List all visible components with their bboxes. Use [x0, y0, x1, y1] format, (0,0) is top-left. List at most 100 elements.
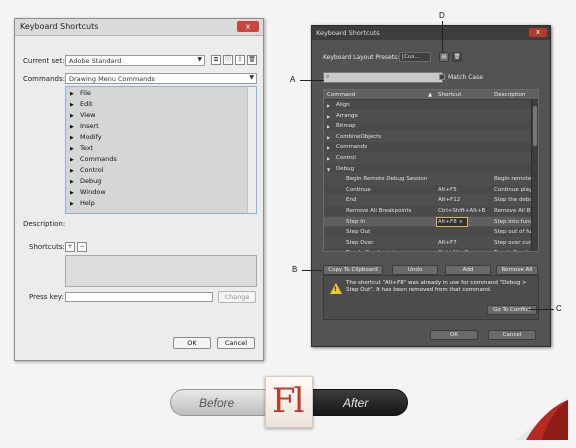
table-row[interactable]: ▼ Debug	[324, 164, 538, 175]
current-set-select[interactable]: Adobe Standard ▼	[65, 55, 205, 66]
table-row[interactable]: Remove All Breakpoints Ctrl+Shift+Alt+B Re…	[324, 206, 538, 217]
column-command[interactable]: Command	[327, 92, 355, 98]
shortcuts-label: Shortcuts:	[29, 243, 65, 251]
callout-b-line	[302, 270, 322, 271]
table-row[interactable]: ▶ Align	[324, 100, 538, 111]
cell-description: Stop the debu	[494, 197, 532, 204]
change-button[interactable]: Change	[218, 291, 256, 303]
scrollbar-thumb[interactable]	[533, 106, 537, 146]
table-row[interactable]: Begin Remote Debug Session Begin remote	[324, 174, 538, 185]
expand-arrow-icon[interactable]: ▶	[70, 201, 80, 207]
cell-command: Bitmap	[336, 123, 356, 130]
after-dialog-title: Keyboard Shortcuts	[316, 29, 380, 37]
expand-arrow-icon[interactable]: ▶	[70, 135, 80, 141]
remove-all-button[interactable]: Remove All	[496, 265, 538, 275]
after-ok-button[interactable]: OK	[430, 330, 478, 340]
table-scrollbar[interactable]	[531, 100, 538, 251]
tree-item-label: Text	[80, 144, 94, 152]
callout-c: C	[556, 304, 562, 313]
collapse-arrow-icon[interactable]: ▼	[327, 167, 330, 172]
chevron-down-icon: ▼	[249, 74, 254, 81]
commands-select[interactable]: Drawing Menu Commands ▼	[65, 73, 257, 84]
match-case-checkbox[interactable]	[439, 74, 445, 80]
expand-arrow-icon[interactable]: ▶	[70, 179, 80, 185]
remove-shortcut-button[interactable]: −	[77, 242, 87, 252]
duplicate-set-icon[interactable]: ⧉	[211, 55, 221, 65]
cell-shortcut: Alt+F12	[438, 197, 461, 204]
tree-item[interactable]: ▶ Window	[66, 188, 256, 199]
search-icon: ⌕	[326, 73, 330, 80]
table-row[interactable]: Step Out Step out of fu	[324, 227, 538, 238]
column-description[interactable]: Description	[494, 92, 525, 98]
tree-item[interactable]: ▶ Text	[66, 144, 256, 155]
table-row[interactable]: Step In Alt+F8 × Step into func	[324, 216, 538, 228]
tree-item-label: File	[80, 89, 91, 97]
after-close-button[interactable]: x	[529, 28, 547, 37]
before-keyboard-shortcuts-dialog: Keyboard Shortcuts x Current set: Adobe …	[14, 18, 264, 361]
search-input[interactable]: ⌕	[323, 72, 443, 83]
before-ok-button[interactable]: OK	[173, 337, 211, 349]
before-label: Before	[199, 396, 235, 410]
presets-value: [Cus...	[402, 54, 420, 60]
table-row[interactable]: ▶ Bitmap	[324, 121, 538, 132]
expand-arrow-icon[interactable]: ▶	[327, 145, 330, 150]
tree-item[interactable]: ▶ View	[66, 111, 256, 122]
expand-arrow-icon[interactable]: ▶	[327, 124, 330, 129]
undo-button[interactable]: Undo	[392, 265, 438, 275]
go-to-conflict-button[interactable]: Go To Conflict	[487, 305, 537, 315]
delete-set-icon[interactable]: 🗑	[247, 55, 257, 65]
tree-item[interactable]: ▶ File	[66, 89, 256, 100]
expand-arrow-icon[interactable]: ▶	[70, 146, 80, 152]
tree-item[interactable]: ▶ Edit	[66, 100, 256, 111]
table-row[interactable]: Toggle Breakpoint Ctrl+Alt+BToggle Break	[324, 248, 538, 251]
table-row[interactable]: ▶ Commands	[324, 142, 538, 153]
export-set-icon[interactable]: ⇪	[235, 55, 245, 65]
table-row[interactable]: End Alt+F12 Stop the debu	[324, 195, 538, 206]
commands-label: Commands:	[23, 75, 65, 83]
expand-arrow-icon[interactable]: ▶	[70, 102, 80, 108]
tree-item[interactable]: ▶ Commands	[66, 155, 256, 166]
expand-arrow-icon[interactable]: ▶	[70, 157, 80, 163]
expand-arrow-icon[interactable]: ▶	[327, 114, 330, 119]
table-row[interactable]: Continue Alt+F5 Continue play	[324, 185, 538, 196]
press-key-label: Press key:	[29, 293, 64, 301]
commands-tree[interactable]: ▶ File ▶ Edit ▶ View ▶ Insert ▶ Modify ▶ Text ▶ Comma…	[65, 86, 257, 214]
expand-arrow-icon[interactable]: ▶	[327, 156, 330, 161]
add-shortcut-button[interactable]: +	[65, 242, 75, 252]
shortcuts-table[interactable]: Command ▲ Shortcut Description ▶ Align ▶ Ar…	[323, 89, 539, 252]
tree-item[interactable]: ▶ Control	[66, 166, 256, 177]
cell-command: Control	[336, 154, 356, 161]
cell-command: Commands	[336, 144, 368, 151]
tree-item[interactable]: ▶ Help	[66, 199, 256, 210]
table-row[interactable]: ▶ Arrange	[324, 110, 538, 122]
cell-command: CombineObjects	[336, 133, 382, 140]
expand-arrow-icon[interactable]: ▶	[70, 124, 80, 130]
expand-arrow-icon[interactable]: ▶	[70, 168, 80, 174]
rename-set-icon[interactable]: ⓘ	[223, 55, 233, 65]
add-button[interactable]: Add	[445, 265, 491, 275]
table-row[interactable]: ▶ CombineObjects	[324, 131, 538, 143]
tree-item[interactable]: ▶ Insert	[66, 122, 256, 133]
after-cancel-button[interactable]: Cancel	[488, 330, 536, 340]
sort-icon[interactable]: ▲	[428, 92, 432, 98]
expand-arrow-icon[interactable]: ▶	[327, 103, 330, 108]
expand-arrow-icon[interactable]: ▶	[70, 190, 80, 196]
table-body: ▶ Align ▶ Arrange ▶ Bitmap ▶ CombineObjects ▶ Com…	[324, 100, 538, 251]
table-row[interactable]: ▶ Control	[324, 152, 538, 164]
tree-item[interactable]: ▶ Debug	[66, 177, 256, 188]
expand-arrow-icon[interactable]: ▶	[327, 135, 330, 140]
column-shortcut[interactable]: Shortcut	[438, 92, 461, 98]
expand-arrow-icon[interactable]: ▶	[70, 91, 80, 97]
expand-arrow-icon[interactable]: ▶	[70, 113, 80, 119]
before-cancel-button[interactable]: Cancel	[217, 337, 255, 349]
presets-select[interactable]: [Cus...	[399, 52, 431, 62]
shortcuts-list[interactable]	[65, 255, 257, 287]
tree-item[interactable]: ▶ Modify	[66, 133, 256, 144]
table-row[interactable]: Step Over Alt+F7 Step over curr	[324, 237, 538, 249]
press-key-input[interactable]	[65, 292, 213, 302]
before-close-button[interactable]: x	[237, 21, 259, 32]
before-title-bar: Keyboard Shortcuts x	[15, 19, 263, 36]
copy-to-clipboard-button[interactable]: Copy To Clipboard	[323, 265, 383, 275]
save-preset-icon[interactable]: ▤	[439, 52, 449, 62]
delete-preset-icon[interactable]: 🗑	[452, 52, 462, 62]
